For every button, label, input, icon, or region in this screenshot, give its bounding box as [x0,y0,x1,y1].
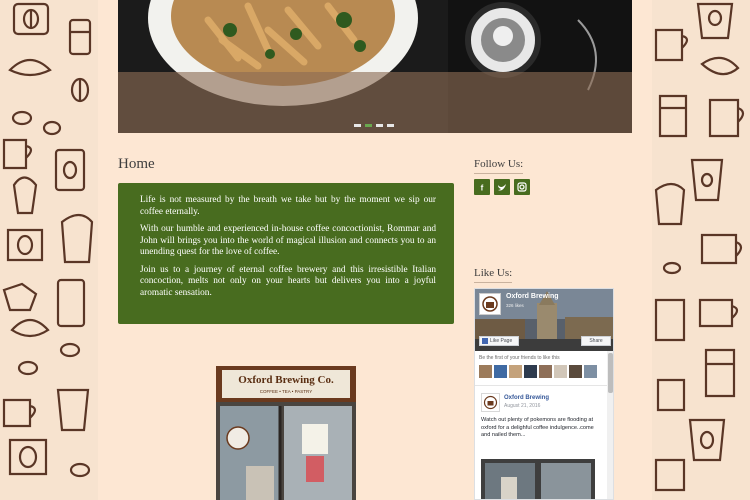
twitter-icon [498,184,506,191]
coffee-doodle-pattern-right [654,2,745,492]
facebook-page-avatar[interactable] [479,293,501,315]
storefront-subsign-text: COFFEE • TEA • PASTRY [260,389,312,394]
intro-paragraph: With our humble and experienced in-house… [140,224,436,257]
hero-slider[interactable] [118,0,632,133]
scrollbar-thumb[interactable] [608,353,613,393]
page-content: Home Life is not measured by the breath … [98,0,652,500]
intro-box: Life is not measured by the breath we ta… [118,183,454,324]
friend-avatar[interactable] [509,365,522,378]
storefront-photo: Oxford Brewing Co. COFFEE • TEA • PASTRY [216,366,356,500]
friend-avatar[interactable] [539,365,552,378]
facebook-post-date[interactable]: August 21, 2016 [504,403,540,409]
facebook-page-widget[interactable]: Oxford Brewing 326 likes Like Page Share… [474,288,614,500]
slider-dot[interactable] [376,124,383,127]
facebook-post-avatar[interactable] [481,393,500,412]
like-us-heading: Like Us: [474,267,513,283]
share-label: Share [589,338,603,344]
facebook-share-button[interactable]: Share [581,336,611,346]
friend-avatar[interactable] [494,365,507,378]
slider-pagination [354,124,394,127]
twitter-button[interactable] [494,179,510,195]
friend-avatar[interactable] [479,365,492,378]
friend-avatar[interactable] [584,365,597,378]
left-doodle-background [0,0,98,500]
facebook-divider [475,385,607,386]
facebook-icon: f [481,184,484,193]
slider-dot[interactable] [387,124,394,127]
like-page-label: Like Page [490,338,513,344]
facebook-widget-scrollbar[interactable] [607,351,613,499]
facebook-page-name[interactable]: Oxford Brewing [506,293,559,300]
facebook-cover: Oxford Brewing 326 likes Like Page Share [475,289,613,351]
follow-us-heading: Follow Us: [474,158,524,174]
friend-avatar[interactable] [569,365,582,378]
svg-text:f: f [481,184,484,193]
facebook-button[interactable]: f [474,179,490,195]
facebook-friend-avatars [479,365,597,378]
right-doodle-background [652,0,750,500]
facebook-post-image [481,459,595,499]
coffee-doodle-pattern-left [2,2,94,478]
coffee-logo-icon [483,395,498,410]
social-links: f [474,179,530,195]
facebook-like-page-button[interactable]: Like Page [479,336,519,346]
facebook-post-photo[interactable] [481,459,595,499]
friend-avatar[interactable] [554,365,567,378]
facebook-post-text: Watch out plenty of pokemons are floodin… [481,417,594,438]
facebook-post-author[interactable]: Oxford Brewing [504,395,549,401]
slider-dot[interactable] [354,124,361,127]
storefront-sign-text: Oxford Brewing Co. [238,374,334,386]
instagram-icon [517,182,527,192]
intro-paragraph: Life is not measured by the breath we ta… [140,195,436,217]
intro-paragraph: Join us to a journey of eternal coffee b… [140,264,436,298]
storefront-image: Oxford Brewing Co. COFFEE • TEA • PASTRY [216,366,356,500]
friend-avatar[interactable] [524,365,537,378]
coffee-logo-icon [482,296,498,312]
page-title: Home [118,156,155,172]
instagram-button[interactable] [514,179,530,195]
facebook-friends-text: Be the first of your friends to like thi… [479,355,560,361]
slider-dot-active[interactable] [365,124,372,127]
facebook-like-count: 326 likes [506,303,524,308]
facebook-icon [482,338,488,344]
